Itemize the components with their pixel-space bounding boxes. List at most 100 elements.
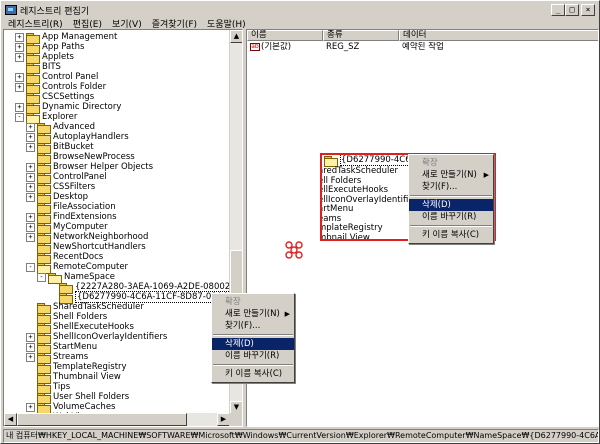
tree-node[interactable]: User Shell Folders: [26, 392, 129, 404]
expand-icon[interactable]: +: [15, 42, 24, 52]
zoomed-context-menu-item[interactable]: 찾기(F)...: [409, 181, 493, 193]
column-header-name[interactable]: 이름: [247, 30, 323, 41]
expand-icon[interactable]: +: [26, 222, 35, 232]
tree-node-label: Browser Helper Objects: [53, 162, 154, 172]
tree-node[interactable]: + Browser Helper Objects: [26, 162, 154, 174]
zoomed-context-menu-item[interactable]: 이름 바꾸기(R): [409, 211, 493, 223]
expand-icon[interactable]: +: [26, 172, 35, 182]
context-menu-item[interactable]: 키 이름 복사(C): [212, 368, 294, 380]
tree-node[interactable]: FileAssociation: [26, 202, 116, 214]
zoom-tree-row: artMenu: [320, 204, 354, 214]
minimize-button[interactable]: _: [551, 4, 565, 16]
expand-icon[interactable]: +: [26, 342, 35, 352]
tree-node[interactable]: + CSSFilters: [26, 182, 95, 194]
zoomed-context-menu-item[interactable]: 삭제(D): [409, 199, 493, 211]
value-data: 예약된 작업: [402, 42, 444, 52]
tree-node[interactable]: + MyComputer: [26, 222, 108, 234]
tree-node[interactable]: Tips: [26, 382, 70, 394]
tree-node-label: ShellExecuteHooks: [53, 322, 134, 332]
tree-node[interactable]: BrowseNewProcess: [26, 152, 135, 164]
value-row[interactable]: ab (기본값) REG_SZ 예약된 작업: [247, 42, 598, 52]
close-button[interactable]: ×: [581, 4, 595, 16]
tree-node[interactable]: Shell Folders: [26, 312, 107, 324]
expand-icon[interactable]: +: [26, 232, 35, 242]
expand-icon[interactable]: +: [26, 142, 35, 152]
menu-separator: [410, 225, 492, 227]
maximize-button[interactable]: □: [565, 4, 579, 16]
tree-node[interactable]: + Advanced: [26, 122, 95, 134]
expand-icon[interactable]: +: [15, 72, 24, 82]
tree-node[interactable]: SharedTaskScheduler: [26, 302, 144, 314]
tree-node-label: Desktop: [53, 192, 89, 202]
menu-item-label: 이름 바꾸기(R): [422, 212, 477, 222]
expand-icon[interactable]: +: [26, 182, 35, 192]
tree-node[interactable]: + Dynamic Directory: [15, 102, 121, 114]
menu-item-label: 이름 바꾸기(R): [225, 351, 280, 361]
tree-node[interactable]: RecentDocs: [26, 252, 103, 264]
tree-node[interactable]: + NetworkNeighborhood: [26, 232, 148, 244]
expand-icon[interactable]: +: [26, 122, 35, 132]
collapse-icon[interactable]: -: [26, 262, 35, 272]
tree-node[interactable]: + Control Panel: [15, 72, 98, 84]
tree-node[interactable]: CSCSettings: [15, 92, 94, 104]
expand-icon[interactable]: +: [26, 192, 35, 202]
scroll-left-arrow-icon[interactable]: ◀: [4, 413, 17, 426]
zoomed-context-menu-item[interactable]: 키 이름 복사(C): [409, 229, 493, 241]
tree-node[interactable]: + FindExtensions: [26, 212, 117, 224]
expand-icon[interactable]: +: [15, 82, 24, 92]
context-menu-item[interactable]: 찾기(F)...: [212, 320, 294, 332]
folder-icon: [26, 32, 40, 44]
tree-node[interactable]: - RemoteComputer: [26, 262, 128, 274]
tree-node[interactable]: - Explorer: [15, 112, 77, 124]
tree-pane[interactable]: + App Management + App Paths + Applets BITS + Co…: [3, 29, 243, 427]
tree-node[interactable]: + App Management: [15, 32, 118, 44]
context-menu-item[interactable]: 이름 바꾸기(R): [212, 350, 294, 362]
context-menu-item[interactable]: 삭제(D): [212, 338, 294, 350]
tree-node[interactable]: BITS: [15, 62, 61, 74]
tree-horizontal-scrollbar[interactable]: ◀ ▶: [4, 413, 230, 426]
tree-node[interactable]: + BitBucket: [26, 142, 94, 154]
title-bar[interactable]: 레지스트리 편집기 _ □ ×: [3, 3, 597, 17]
column-header-data[interactable]: 데이터: [399, 30, 598, 41]
tree-node[interactable]: NewShortcutHandlers: [26, 242, 146, 254]
folder-icon: [37, 222, 51, 234]
tree-node[interactable]: + ShellIconOverlayIdentifiers: [26, 332, 167, 344]
tree-node[interactable]: + App Paths: [15, 42, 84, 54]
expand-icon[interactable]: +: [26, 132, 35, 142]
zoomed-context-menu-item[interactable]: 새로 만들기(N) ▶: [409, 169, 493, 181]
tree-node[interactable]: + Desktop: [26, 192, 89, 204]
collapse-icon[interactable]: -: [15, 112, 24, 122]
tree-node[interactable]: + VolumeCaches: [26, 402, 115, 414]
expand-icon[interactable]: +: [26, 402, 35, 412]
column-header-type[interactable]: 종류: [323, 30, 399, 41]
tree-node[interactable]: ShellExecuteHooks: [26, 322, 134, 334]
submenu-arrow-icon: ▶: [284, 310, 290, 318]
expand-icon[interactable]: +: [26, 162, 35, 172]
tree-node[interactable]: + Applets: [15, 52, 74, 64]
expand-icon[interactable]: +: [26, 212, 35, 222]
expand-icon[interactable]: +: [26, 352, 35, 362]
expand-icon[interactable]: +: [15, 102, 24, 112]
tree-node[interactable]: TemplateRegistry: [26, 362, 127, 374]
expand-icon[interactable]: +: [15, 52, 24, 62]
tree-node[interactable]: + Controls Folder: [15, 82, 106, 94]
tree-node[interactable]: + StartMenu: [26, 342, 97, 354]
tree-node-label: App Management: [42, 32, 118, 42]
zoom-tree-row: ellExecuteHooks: [320, 185, 389, 195]
expand-icon[interactable]: +: [26, 332, 35, 342]
tree-node[interactable]: Thumbnail View: [26, 372, 121, 384]
expand-icon[interactable]: +: [15, 32, 24, 42]
open-folder-icon: [324, 155, 338, 167]
context-menu-item[interactable]: 새로 만들기(N) ▶: [212, 308, 294, 320]
tree-node[interactable]: - NameSpace: [37, 272, 115, 284]
tree-node[interactable]: + ControlPanel: [26, 172, 107, 184]
tree-node[interactable]: + Streams: [26, 352, 88, 364]
tree-node[interactable]: + AutoplayHandlers: [26, 132, 129, 144]
hscroll-thumb[interactable]: [17, 413, 187, 426]
collapse-icon[interactable]: -: [37, 272, 46, 282]
scroll-up-arrow-icon[interactable]: ▲: [230, 30, 242, 43]
